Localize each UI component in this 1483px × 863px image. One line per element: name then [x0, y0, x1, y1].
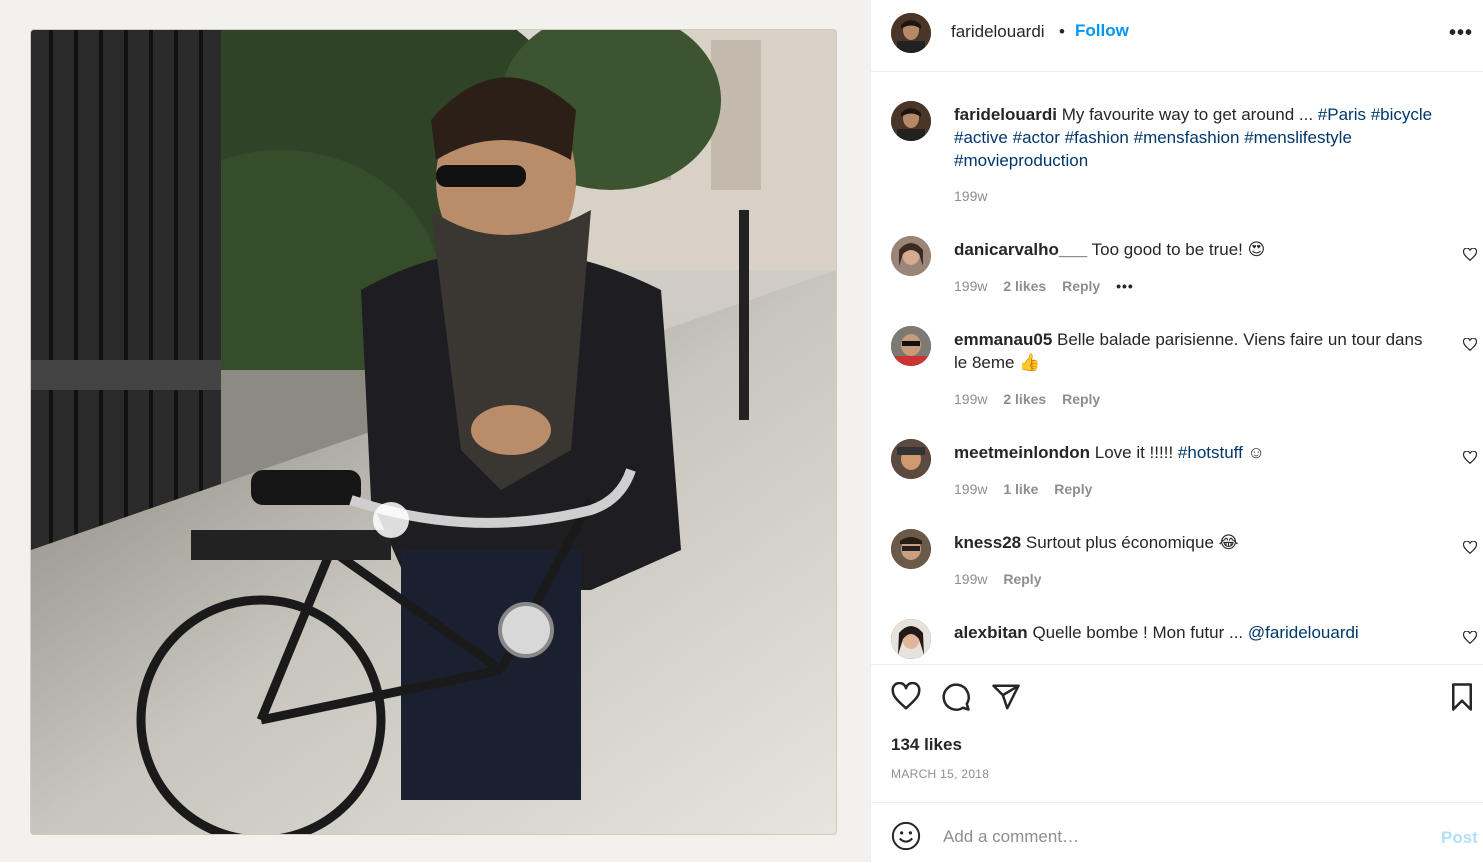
timestamp[interactable]: 199w [954, 278, 987, 294]
caption-body: My favourite way to get around ... [1061, 105, 1318, 124]
photo-pane [0, 0, 870, 862]
mention-link[interactable]: @faridelouardi [1248, 623, 1359, 642]
comment-meta: 199w 2 likes Reply ••• [954, 278, 1146, 294]
avatar[interactable] [891, 326, 931, 366]
post-sidebar: faridelouardi • Follow ••• faridelouardi… [870, 0, 1483, 862]
avatar[interactable] [891, 13, 931, 53]
comment-meta: 199w 2 likes Reply [954, 391, 1112, 407]
comment-icon[interactable] [941, 682, 971, 712]
like-icon[interactable] [891, 682, 921, 712]
comment-username[interactable]: meetmeinlondon [954, 443, 1090, 462]
avatar[interactable] [891, 619, 931, 659]
emoji-icon[interactable] [891, 821, 921, 851]
comment-text: meetmeinlondon Love it !!!!! #hotstuff ☺ [954, 441, 1436, 464]
post-comment-button[interactable]: Post [1441, 828, 1478, 848]
hashtag-link[interactable]: #bicycle [1371, 105, 1432, 124]
comment-likes[interactable]: 2 likes [1003, 278, 1046, 294]
profile-picture-icon [891, 13, 931, 53]
comment-options-icon[interactable]: ••• [1116, 278, 1134, 294]
separator-dot: • [1059, 22, 1065, 41]
like-comment-icon[interactable] [1463, 541, 1477, 555]
avatar[interactable] [891, 529, 931, 569]
like-comment-icon[interactable] [1463, 338, 1477, 352]
hashtag-link[interactable]: #menslifestyle [1244, 128, 1352, 147]
caption-username[interactable]: faridelouardi [954, 105, 1057, 124]
caption-text: faridelouardi My favourite way to get ar… [954, 103, 1436, 172]
timestamp[interactable]: 199w [954, 481, 987, 497]
more-options-icon[interactable]: ••• [1449, 22, 1473, 45]
reply-button[interactable]: Reply [1054, 481, 1092, 497]
save-bookmark-icon[interactable] [1447, 682, 1477, 712]
comment-body: Surtout plus économique 😂 [1025, 533, 1239, 552]
post-actions: 134 likes MARCH 15, 2018 [871, 664, 1483, 803]
timestamp[interactable]: 199w [954, 391, 987, 407]
profile-picture-icon [891, 529, 931, 569]
comment-text: kness28 Surtout plus économique 😂 [954, 531, 1436, 554]
comment-username[interactable]: danicarvalho___ [954, 240, 1087, 259]
comment-body: Too good to be true! 😍 [1091, 240, 1266, 259]
comment-username[interactable]: alexbitan [954, 623, 1028, 642]
share-icon[interactable] [991, 682, 1021, 712]
like-comment-icon[interactable] [1463, 248, 1477, 262]
hashtag-link[interactable]: #hotstuff [1178, 443, 1243, 462]
comment-text: danicarvalho___ Too good to be true! 😍 [954, 238, 1436, 261]
comment-username[interactable]: emmanau05 [954, 330, 1052, 349]
timestamp[interactable]: 199w [954, 571, 987, 587]
like-comment-icon[interactable] [1463, 451, 1477, 465]
profile-picture-icon [891, 619, 931, 659]
avatar[interactable] [891, 101, 931, 141]
like-comment-icon[interactable] [1463, 631, 1477, 645]
hashtag-link[interactable]: #actor [1013, 128, 1060, 147]
caption-meta: 199w [954, 188, 999, 204]
post-header: faridelouardi • Follow ••• [871, 0, 1483, 72]
hashtag-link[interactable]: #Paris [1318, 105, 1366, 124]
profile-picture-icon [891, 439, 931, 479]
reply-button[interactable]: Reply [1062, 278, 1100, 294]
comment-input[interactable] [941, 821, 1415, 853]
comment-username[interactable]: kness28 [954, 533, 1021, 552]
comment-body: Quelle bombe ! Mon futur ... [1032, 623, 1248, 642]
comment-likes[interactable]: 1 like [1003, 481, 1038, 497]
reply-button[interactable]: Reply [1003, 571, 1041, 587]
likes-count[interactable]: 134 likes [891, 735, 962, 755]
profile-picture-icon [891, 101, 931, 141]
comment-likes[interactable]: 2 likes [1003, 391, 1046, 407]
header-username[interactable]: faridelouardi [951, 22, 1045, 42]
timestamp[interactable]: 199w [954, 188, 987, 204]
profile-picture-icon [891, 326, 931, 366]
profile-picture-icon [891, 236, 931, 276]
comment-meta: 199w Reply [954, 571, 1053, 587]
post-date: MARCH 15, 2018 [891, 767, 990, 781]
hashtag-link[interactable]: #active [954, 128, 1008, 147]
comment-body: Love it !!!!! [1094, 443, 1178, 462]
follow-button[interactable]: Follow [1075, 21, 1129, 41]
hashtag-link[interactable]: #movieproduction [954, 151, 1088, 170]
comment-body-end: ☺ [1242, 443, 1265, 462]
post-image [31, 30, 836, 834]
comment-meta: 199w 1 like Reply [954, 481, 1104, 497]
comment-text: emmanau05 Belle balade parisienne. Viens… [954, 328, 1436, 374]
add-comment-bar: Post [871, 802, 1483, 863]
comment-text: alexbitan Quelle bombe ! Mon futur ... @… [954, 621, 1436, 644]
hashtag-link[interactable]: #mensfashion [1134, 128, 1240, 147]
avatar[interactable] [891, 236, 931, 276]
reply-button[interactable]: Reply [1062, 391, 1100, 407]
hashtag-link[interactable]: #fashion [1065, 128, 1129, 147]
avatar[interactable] [891, 439, 931, 479]
post-photo[interactable] [30, 29, 837, 835]
comments-list[interactable]: faridelouardi My favourite way to get ar… [871, 72, 1483, 664]
